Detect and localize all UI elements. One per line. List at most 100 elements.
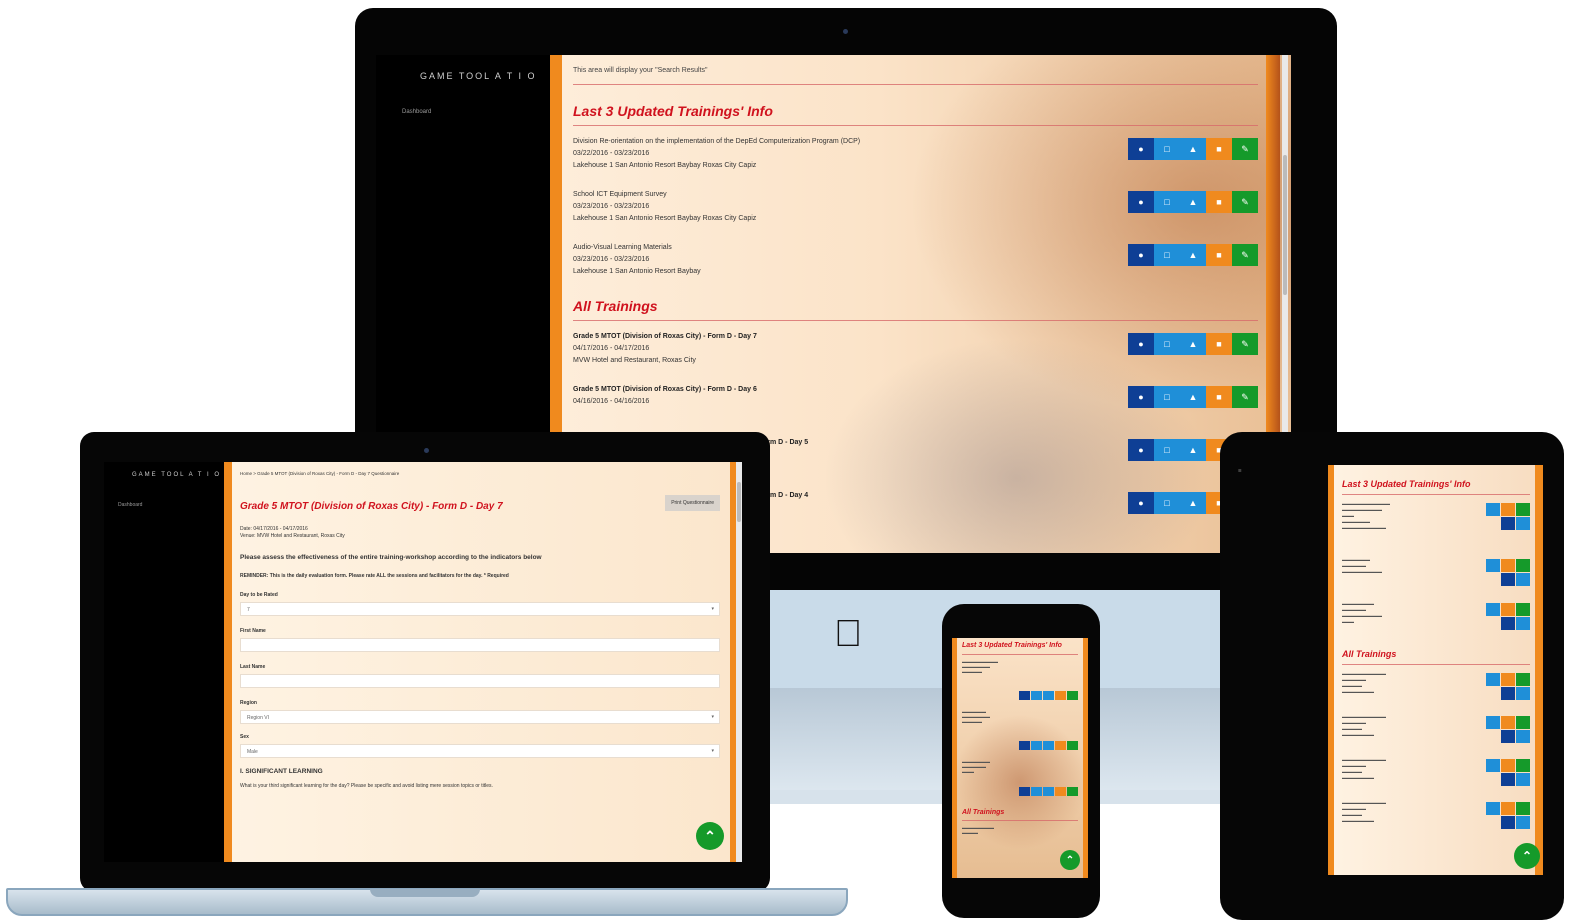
sex-select[interactable]: Male ▾ bbox=[240, 744, 720, 758]
details-button[interactable]: □ bbox=[1154, 244, 1180, 266]
training-venue: Lakehouse 1 San Antonio Resort Baybay Ro… bbox=[573, 215, 757, 222]
training-item: School ICT Equipment Survey 03/23/2016 -… bbox=[573, 189, 1258, 242]
view-button[interactable]: ● bbox=[1128, 333, 1154, 355]
user-button[interactable]: ■ bbox=[1206, 333, 1232, 355]
laptop-notch bbox=[370, 889, 480, 897]
field-label: Day to be Rated bbox=[240, 592, 278, 598]
participants-button[interactable]: ▲ bbox=[1180, 191, 1206, 213]
scroll-top-button[interactable]: ⌃ bbox=[1514, 843, 1540, 869]
scroll-top-button[interactable]: ⌃ bbox=[1060, 850, 1080, 870]
print-questionnaire-button[interactable]: Print Questionnaire bbox=[665, 495, 720, 511]
training-venue: MVW Hotel and Restaurant, Roxas City bbox=[573, 357, 696, 364]
user-button[interactable]: ■ bbox=[1206, 386, 1232, 408]
training-venue: Lakehouse 1 San Antonio Resort Baybay bbox=[573, 268, 701, 275]
details-button[interactable]: □ bbox=[1154, 439, 1180, 461]
search-results-message: This area will display your "Search Resu… bbox=[573, 67, 708, 74]
training-item: ▬▬▬▬▬▬▬▬▬▬▬ ▬▬▬▬▬▬ ▬▬▬▬▬ ▬▬▬▬▬▬▬▬ bbox=[1342, 714, 1530, 757]
tablet-menu-icon[interactable]: ☰ bbox=[1238, 468, 1242, 473]
participants-button[interactable]: ▲ bbox=[1180, 386, 1206, 408]
scroll-top-button[interactable]: ⌃ bbox=[696, 822, 724, 850]
brand-logo[interactable]: GAME TOOL A T I O bbox=[420, 71, 537, 81]
chevron-down-icon: ▾ bbox=[711, 606, 714, 612]
form-reminder: REMINDER: This is the daily evaluation f… bbox=[240, 573, 509, 579]
all-trainings-heading: All Trainings bbox=[962, 809, 1005, 816]
action-buttons bbox=[1486, 759, 1530, 786]
view-button[interactable]: ● bbox=[1128, 492, 1154, 514]
details-button[interactable]: □ bbox=[1154, 492, 1180, 514]
divider bbox=[1342, 494, 1530, 495]
training-title[interactable]: Grade 5 MTOT (Division of Roxas City) - … bbox=[573, 333, 757, 340]
view-button[interactable]: ● bbox=[1128, 191, 1154, 213]
action-buttons bbox=[1019, 691, 1078, 700]
select-value: 7 bbox=[247, 607, 250, 613]
nav-dashboard[interactable]: Dashboard bbox=[402, 109, 431, 115]
all-trainings-heading: All Trainings bbox=[1342, 649, 1397, 659]
user-button[interactable]: ■ bbox=[1206, 191, 1232, 213]
edit-button[interactable]: ✎ bbox=[1232, 138, 1258, 160]
details-button[interactable]: □ bbox=[1154, 138, 1180, 160]
action-buttons bbox=[1486, 716, 1530, 743]
question-text: What is your third significant learning … bbox=[240, 783, 493, 789]
chevron-down-icon: ▾ bbox=[711, 714, 714, 720]
edit-button[interactable]: ✎ bbox=[1232, 244, 1258, 266]
form-date: Date: 04/17/2016 - 04/17/2016 bbox=[240, 526, 308, 532]
participants-button[interactable]: ▲ bbox=[1180, 492, 1206, 514]
action-buttons bbox=[1486, 503, 1530, 530]
left-accent-bar bbox=[952, 638, 957, 878]
edit-button[interactable]: ✎ bbox=[1232, 386, 1258, 408]
training-item: ▬▬▬▬▬▬▬▬▬▬▬▬ ▬▬▬▬▬▬▬▬▬▬ ▬▬▬ ▬▬▬▬▬▬▬ ▬▬▬▬▬▬▬▬… bbox=[1342, 501, 1530, 557]
training-item: Division Re-orientation on the implement… bbox=[573, 136, 1258, 189]
view-button[interactable]: ● bbox=[1128, 386, 1154, 408]
region-select[interactable]: Region VI ▾ bbox=[240, 710, 720, 724]
laptop-scrollbar[interactable] bbox=[736, 462, 742, 862]
select-value: Region VI bbox=[247, 715, 269, 721]
recent-trainings-heading: Last 3 Updated Trainings' Info bbox=[962, 642, 1062, 649]
divider bbox=[1342, 664, 1530, 665]
training-item: Grade 5 MTOT (Division of Roxas City) - … bbox=[573, 331, 1258, 384]
action-buttons bbox=[1019, 787, 1078, 796]
participants-button[interactable]: ▲ bbox=[1180, 333, 1206, 355]
edit-button[interactable]: ✎ bbox=[1232, 191, 1258, 213]
phone-screen: Last 3 Updated Trainings' Info ▬▬▬▬▬▬▬▬▬… bbox=[952, 638, 1088, 878]
brand-logo[interactable]: GAME TOOL A T I O bbox=[132, 472, 221, 478]
user-button[interactable]: ■ bbox=[1206, 244, 1232, 266]
first-name-input[interactable] bbox=[240, 638, 720, 652]
training-item: ▬▬▬▬▬▬▬▬▬▬▬ ▬▬▬▬▬▬ ▬▬▬▬▬ ▬▬▬▬▬▬▬▬ bbox=[1342, 800, 1530, 843]
action-buttons: ●□▲■✎ bbox=[1128, 333, 1258, 355]
form-title: Grade 5 MTOT (Division of Roxas City) - … bbox=[240, 501, 503, 512]
divider bbox=[962, 820, 1078, 821]
details-button[interactable]: □ bbox=[1154, 386, 1180, 408]
action-buttons bbox=[1486, 802, 1530, 829]
action-buttons bbox=[1486, 559, 1530, 586]
user-button[interactable]: ■ bbox=[1206, 138, 1232, 160]
view-button[interactable]: ● bbox=[1128, 244, 1154, 266]
nav-dashboard[interactable]: Dashboard bbox=[118, 502, 142, 508]
field-label: Sex bbox=[240, 734, 249, 740]
recent-trainings-heading: Last 3 Updated Trainings' Info bbox=[1342, 479, 1471, 489]
training-item: Audio-Visual Learning Materials 03/23/20… bbox=[573, 242, 1258, 292]
action-buttons bbox=[1486, 603, 1530, 630]
divider bbox=[962, 654, 1078, 655]
view-button[interactable]: ● bbox=[1128, 439, 1154, 461]
divider bbox=[573, 84, 1258, 85]
all-trainings-heading: All Trainings bbox=[573, 298, 658, 314]
breadcrumb[interactable]: Home > Grade 5 MTOT (Division of Roxas C… bbox=[240, 470, 720, 477]
participants-button[interactable]: ▲ bbox=[1180, 138, 1206, 160]
divider bbox=[573, 125, 1258, 126]
details-button[interactable]: □ bbox=[1154, 191, 1180, 213]
participants-button[interactable]: ▲ bbox=[1180, 439, 1206, 461]
details-button[interactable]: □ bbox=[1154, 333, 1180, 355]
last-name-input[interactable] bbox=[240, 674, 720, 688]
right-accent-bar bbox=[1535, 465, 1543, 875]
view-button[interactable]: ● bbox=[1128, 138, 1154, 160]
edit-button[interactable]: ✎ bbox=[1232, 333, 1258, 355]
laptop-screen: GAME TOOL A T I O Dashboard Home > Grade… bbox=[104, 462, 742, 862]
training-title[interactable]: Grade 5 MTOT (Division of Roxas City) - … bbox=[573, 386, 757, 393]
divider bbox=[573, 320, 1258, 321]
apple-logo-icon:  bbox=[828, 614, 868, 654]
laptop-sidebar: GAME TOOL A T I O Dashboard bbox=[104, 462, 224, 862]
participants-button[interactable]: ▲ bbox=[1180, 244, 1206, 266]
imac-camera bbox=[843, 29, 848, 34]
training-item: ▬▬▬▬▬▬▬ ▬▬▬▬▬▬ ▬▬▬▬▬▬▬▬▬▬ bbox=[1342, 557, 1530, 601]
day-select[interactable]: 7 ▾ bbox=[240, 602, 720, 616]
